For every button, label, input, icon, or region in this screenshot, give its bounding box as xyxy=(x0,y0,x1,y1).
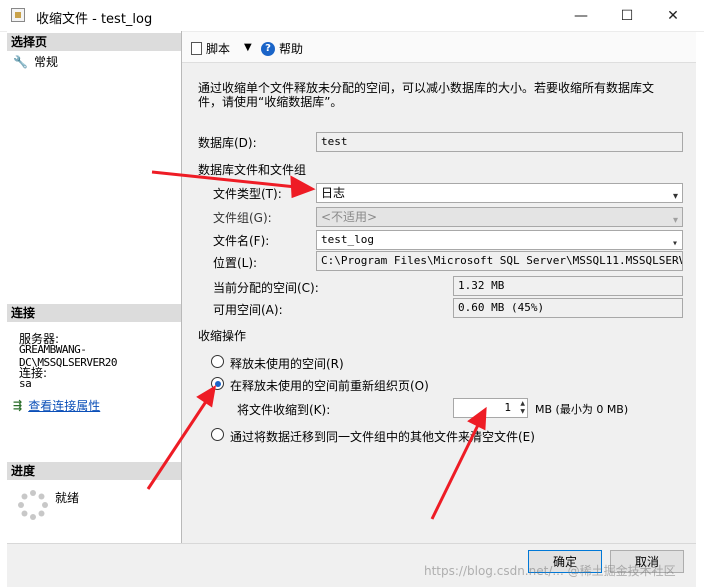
arrow-to-reorganize xyxy=(146,399,209,490)
arrow-to-file-type xyxy=(151,170,297,189)
annotation-arrows xyxy=(146,170,487,520)
arrow-head-shrink-stepper xyxy=(467,406,487,431)
arrow-head-reorganize xyxy=(196,385,217,408)
arrow-to-shrink-stepper xyxy=(430,424,480,520)
arrow-head-file-type xyxy=(290,175,316,199)
